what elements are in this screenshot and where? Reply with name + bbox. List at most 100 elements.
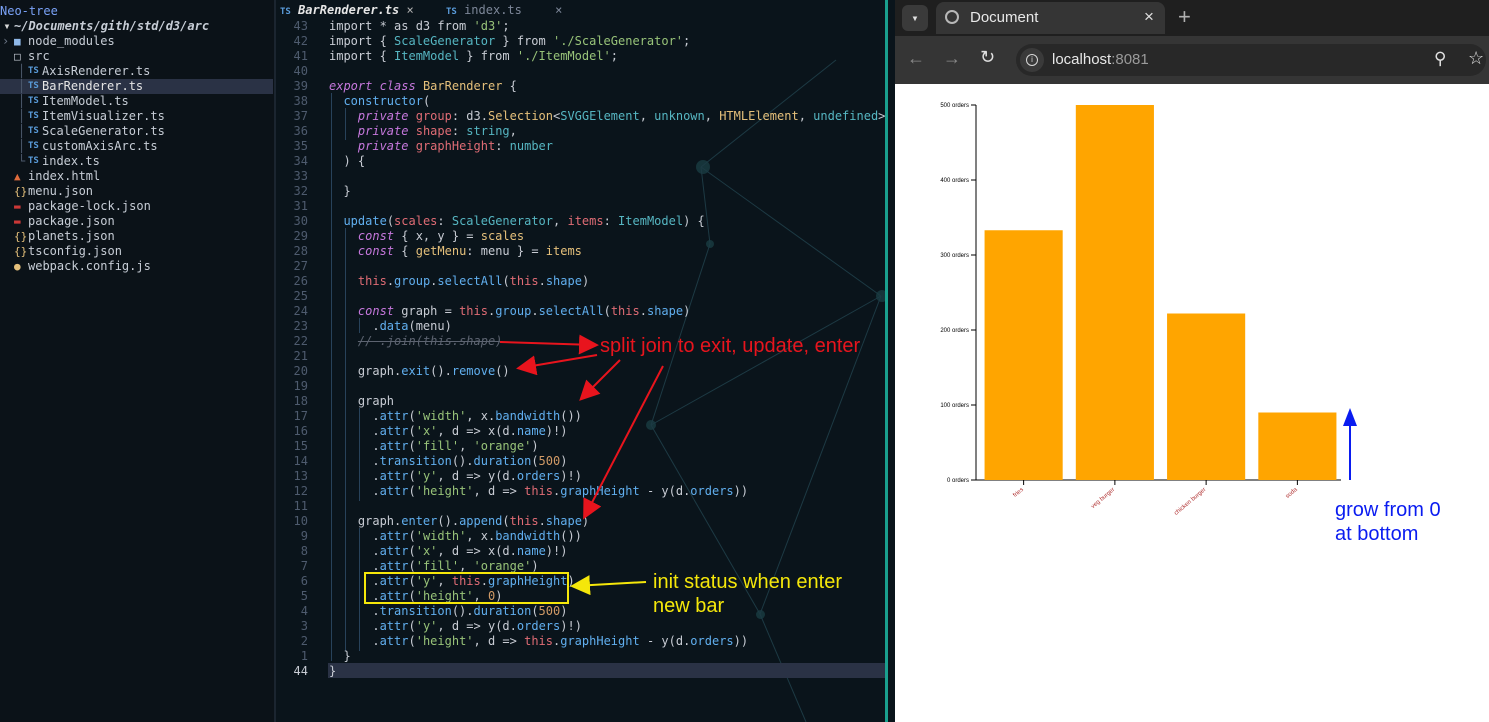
code-line[interactable]: } — [329, 184, 350, 198]
code-line[interactable]: .attr('y', d => y(d.orders)!) — [329, 469, 582, 483]
site-info-button[interactable]: i — [1020, 48, 1044, 72]
tree-item[interactable]: └ TS index.ts — [0, 154, 273, 169]
forward-button[interactable]: → — [943, 48, 961, 69]
code-token: )!) — [560, 469, 582, 483]
code-token: 'y' — [415, 619, 438, 633]
line-number: 3 — [300, 619, 308, 633]
tab-barrenderer[interactable]: TS BarRenderer.ts × — [280, 3, 414, 18]
code-line[interactable]: .attr('height', d => this.graphHeight - … — [329, 634, 748, 648]
code-line[interactable]: graph — [329, 394, 394, 408]
line-number: 20 — [293, 364, 308, 378]
code-line[interactable]: .transition().duration(500) — [329, 604, 567, 618]
code-line[interactable]: this.group.selectAll(this.shape) — [329, 274, 589, 288]
code-line[interactable]: import * as d3 from 'd3'; — [329, 19, 510, 33]
code-line[interactable]: .transition().duration(500) — [329, 454, 567, 468]
code-token: graph. — [329, 364, 402, 378]
browser-tab-document[interactable]: Document × — [936, 2, 1165, 34]
tree-item[interactable]: │ TS ItemVisualizer.ts — [0, 109, 273, 124]
code-token: attr — [379, 619, 409, 633]
code-line[interactable]: .attr('y', this.graphHeight) — [329, 574, 574, 588]
code-token: } — [329, 664, 337, 678]
neo-tree-root[interactable]: ▾ ~/Documents/gith/std/d3/arc — [0, 19, 273, 34]
new-tab-button[interactable]: + — [1178, 4, 1191, 30]
code-line[interactable]: constructor( — [329, 94, 430, 108]
code-line[interactable]: } — [329, 649, 350, 663]
line-number: 35 — [293, 139, 308, 153]
code-line[interactable]: ) { — [329, 154, 365, 168]
tree-item[interactable]: │ TS ScaleGenerator.ts — [0, 124, 273, 139]
code-line[interactable]: import { ScaleGenerator } from './ScaleG… — [329, 34, 690, 48]
tree-item[interactable]: │ TS BarRenderer.ts — [0, 79, 273, 94]
tree-item[interactable]: □ src — [0, 49, 273, 64]
code-token: orders — [690, 484, 734, 498]
code-line[interactable]: .attr('x', d => x(d.name)!) — [329, 544, 567, 558]
code-line[interactable]: .data(menu) — [329, 319, 452, 333]
code-line[interactable]: export class BarRenderer { — [329, 79, 517, 93]
code-token: shape — [545, 514, 582, 528]
y-tick-label: 500 orders — [940, 103, 969, 109]
tree-item[interactable]: {} tsconfig.json — [0, 244, 273, 259]
tree-item[interactable]: ▬ package-lock.json — [0, 199, 273, 214]
code-line[interactable]: .attr('width', x.bandwidth()) — [329, 529, 582, 543]
code-line[interactable]: .attr('x', d => x(d.name)!) — [329, 424, 567, 438]
code-line[interactable]: .attr('fill', 'orange') — [329, 559, 538, 573]
tab-search-button[interactable]: ▾ — [902, 5, 928, 31]
tree-item[interactable]: │ TS customAxisArc.ts — [0, 139, 273, 154]
tab-close-icon[interactable]: × — [555, 3, 562, 17]
tree-item[interactable]: ● webpack.config.js — [0, 259, 273, 274]
code-line[interactable]: graph.enter().append(this.shape) — [329, 514, 589, 528]
tree-item[interactable]: {} planets.json — [0, 229, 273, 244]
code-line[interactable]: .attr('y', d => y(d.orders)!) — [329, 619, 582, 633]
address-host: localhost — [1052, 51, 1112, 68]
code-line[interactable]: private group: d3.Selection<SVGGElement,… — [329, 109, 885, 123]
code-line[interactable]: private shape: string, — [329, 124, 517, 138]
tree-item[interactable]: │ TS AxisRenderer.ts — [0, 64, 273, 79]
tree-item-label: ItemVisualizer.ts — [42, 109, 165, 123]
address-bar[interactable]: i localhost:8081 ⚲ ☆ — [1016, 44, 1486, 76]
tree-item[interactable]: {} menu.json — [0, 184, 273, 199]
code-token: transition — [379, 454, 452, 468]
zoom-icon[interactable]: ⚲ — [1434, 49, 1446, 69]
code-line[interactable]: .attr('width', x.bandwidth()) — [329, 409, 582, 423]
code-line[interactable]: const { x, y } = scales — [329, 229, 524, 243]
code-line[interactable]: .attr('fill', 'orange') — [329, 439, 538, 453]
close-icon[interactable]: × — [1144, 7, 1154, 27]
x-tick-label: veg burger — [1090, 487, 1116, 510]
code-line[interactable]: graph.exit().remove() — [329, 364, 510, 378]
bookmark-star-icon[interactable]: ☆ — [1468, 48, 1484, 69]
code-token: , — [509, 124, 517, 138]
line-number: 42 — [293, 34, 308, 48]
code-line[interactable]: } — [329, 664, 336, 678]
tree-item[interactable]: │ TS ItemModel.ts — [0, 94, 273, 109]
code-line[interactable] — [329, 169, 358, 183]
code-line[interactable]: const { getMenu: menu } = items — [329, 244, 582, 258]
tree-item[interactable]: ▲ index.html — [0, 169, 273, 184]
tree-item[interactable]: › ■ node_modules — [0, 34, 273, 49]
code-editor[interactable]: TS BarRenderer.ts × TS index.ts × 43 impo… — [276, 0, 885, 722]
code-line[interactable]: .attr('height', d => this.graphHeight - … — [329, 484, 748, 498]
tab-close-icon[interactable]: × — [406, 3, 413, 17]
tree-item-label: src — [28, 49, 50, 63]
code-line[interactable]: import { ItemModel } from './ItemModel'; — [329, 49, 618, 63]
typescript-icon: TS — [28, 96, 39, 106]
reload-button[interactable]: ↻ — [980, 47, 995, 68]
back-button[interactable]: ← — [907, 48, 925, 69]
code-token: () — [495, 364, 510, 378]
line-number: 32 — [293, 184, 308, 198]
typescript-icon: TS — [28, 66, 39, 76]
code-line[interactable]: update(scales: ScaleGenerator, items: It… — [329, 214, 704, 228]
code-line[interactable]: .attr('height', 0) — [329, 589, 502, 603]
tree-item-label: planets.json — [28, 229, 115, 243]
code-line[interactable]: const graph = this.group.selectAll(this.… — [329, 304, 690, 318]
x-tick-label: chicken burger — [1173, 487, 1207, 517]
line-number: 4 — [300, 604, 308, 618]
code-token: bandwidth — [495, 529, 561, 543]
code-token: attr — [379, 529, 409, 543]
code-line[interactable]: private graphHeight: number — [329, 139, 553, 153]
code-token: . — [329, 529, 380, 543]
tree-item[interactable]: ▬ package.json — [0, 214, 273, 229]
code-line[interactable]: // .join(this.shape) — [329, 334, 503, 348]
tab-index[interactable]: TS index.ts × — [446, 3, 562, 18]
